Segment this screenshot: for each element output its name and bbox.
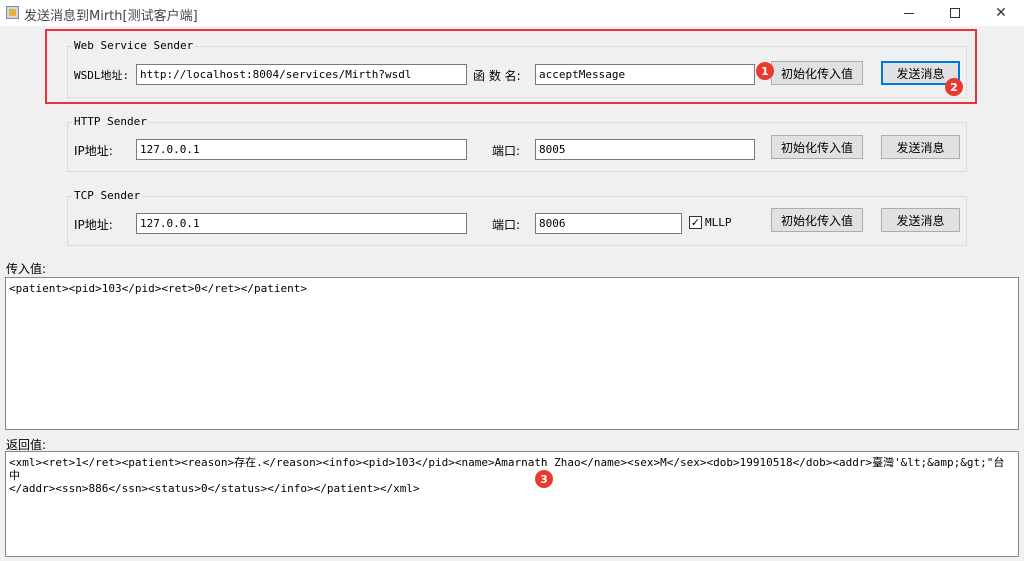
- minimize-icon: [904, 12, 914, 14]
- tcp-port-label: 端口:: [492, 218, 521, 232]
- tcp-ip-label: IP地址:: [74, 218, 113, 232]
- mllp-label: MLLP: [705, 216, 732, 229]
- tcp-send-button[interactable]: 发送消息: [881, 208, 960, 232]
- http-port-input[interactable]: 8005: [535, 139, 755, 160]
- annotation-marker-2: 2: [945, 78, 963, 96]
- minimize-button[interactable]: [886, 0, 932, 26]
- http-init-button[interactable]: 初始化传入值: [771, 135, 863, 159]
- tcp-sender-title: TCP Sender: [72, 189, 143, 202]
- annotation-marker-3: 3: [535, 470, 553, 488]
- tcp-port-input[interactable]: 8006: [535, 213, 682, 234]
- highlight-box: [45, 29, 977, 104]
- http-send-button[interactable]: 发送消息: [881, 135, 960, 159]
- tcp-ip-input[interactable]: 127.0.0.1: [136, 213, 467, 234]
- title-bar: 发送消息到Mirth[测试客户端] ✕: [0, 0, 1024, 26]
- close-button[interactable]: ✕: [978, 0, 1024, 26]
- maximize-icon: [950, 8, 960, 18]
- app-icon: [6, 6, 19, 19]
- annotation-marker-1: 1: [756, 62, 774, 80]
- http-ip-input[interactable]: 127.0.0.1: [136, 139, 467, 160]
- mllp-checkbox[interactable]: ✓: [689, 216, 702, 229]
- http-port-label: 端口:: [492, 144, 521, 158]
- tcp-init-button[interactable]: 初始化传入值: [771, 208, 863, 232]
- close-icon: ✕: [995, 5, 1007, 21]
- input-value-label: 传入值:: [6, 262, 47, 276]
- return-value-textarea[interactable]: <xml><ret>1</ret><patient><reason>存在.</r…: [5, 451, 1019, 557]
- window-title: 发送消息到Mirth[测试客户端]: [24, 9, 198, 24]
- maximize-button[interactable]: [932, 0, 978, 26]
- http-ip-label: IP地址:: [74, 144, 113, 158]
- input-value-textarea[interactable]: <patient><pid>103</pid><ret>0</ret></pat…: [5, 277, 1019, 430]
- http-sender-title: HTTP Sender: [72, 115, 149, 128]
